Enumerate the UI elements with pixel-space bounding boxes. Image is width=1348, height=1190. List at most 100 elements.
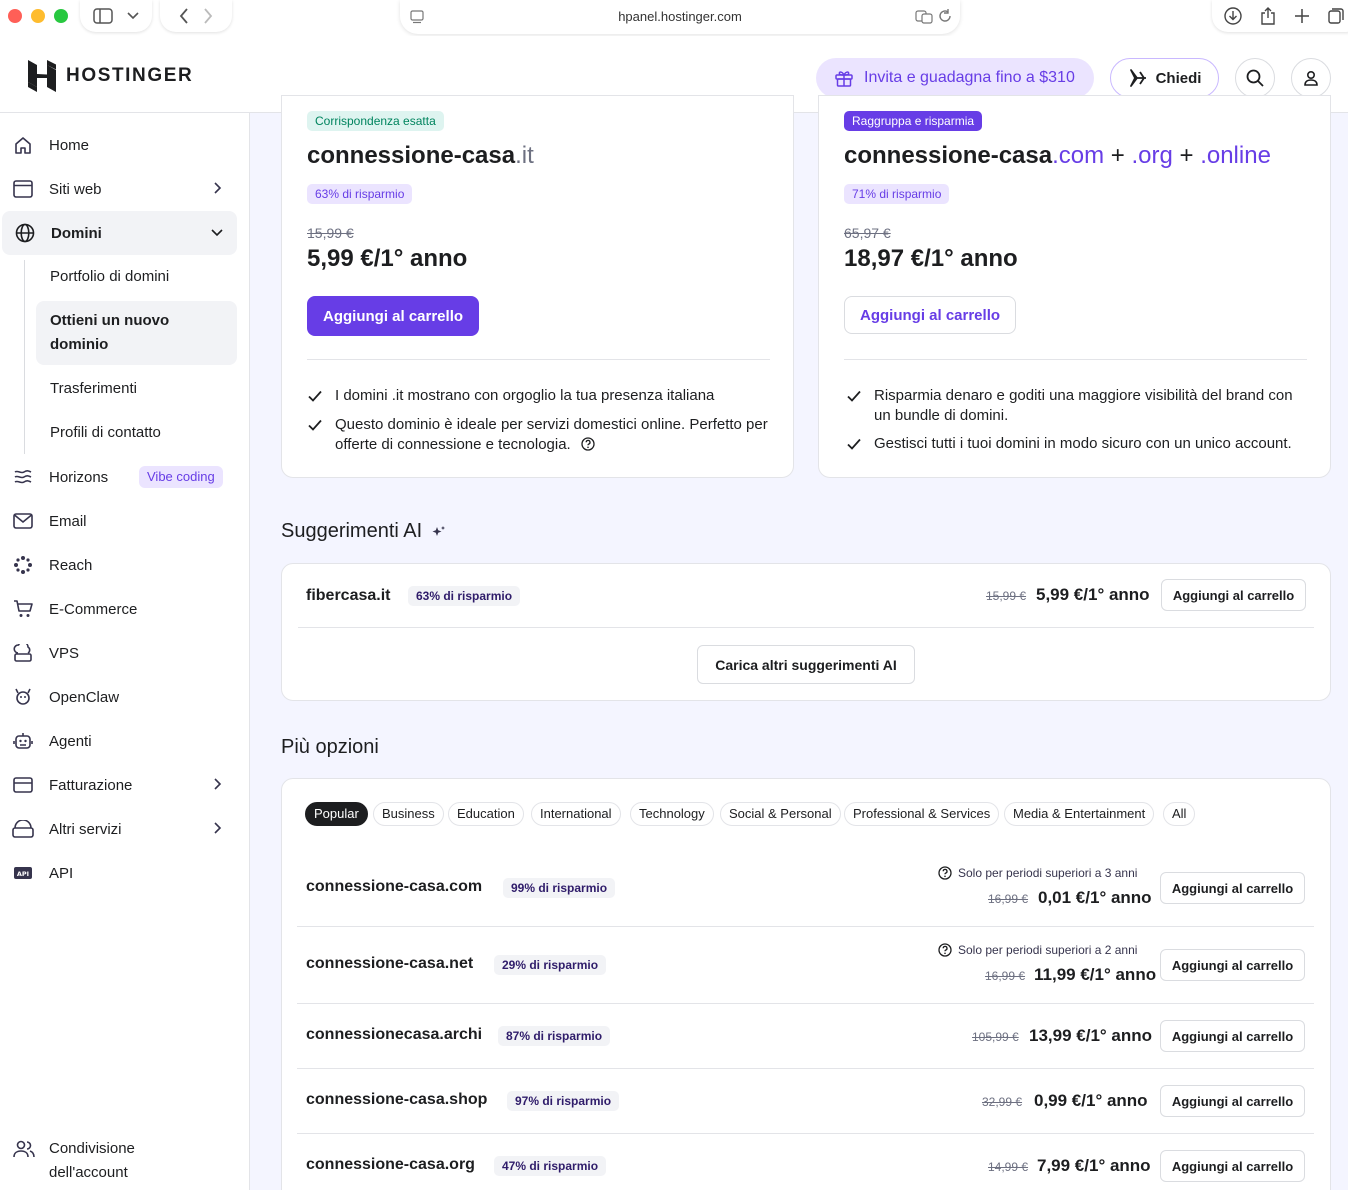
sidebar-item-reach[interactable]: Reach (0, 543, 250, 587)
address-bar[interactable]: hpanel.hostinger.com (400, 0, 960, 34)
sidebar-item-openclaw[interactable]: OpenClaw (0, 675, 250, 719)
saving-badge: 47% di risparmio (494, 1156, 607, 1176)
add-to-cart-button[interactable]: Aggiungi al carrello (307, 296, 480, 336)
add-to-cart-button[interactable]: Aggiungi al carrello (1160, 949, 1305, 981)
category-chip-technology[interactable]: Technology (630, 802, 714, 826)
sidebar-item-vps[interactable]: VPS (0, 631, 250, 675)
old-price: 65,97 € (844, 225, 891, 241)
saving-badge: 87% di risparmio (498, 1026, 611, 1046)
browser-actions-group (1212, 0, 1348, 32)
saving-badge: 63% di risparmio (408, 586, 521, 606)
exact-match-card: Corrispondenza esatta connessione-casa.i… (281, 95, 794, 478)
divider (297, 926, 1314, 927)
divider (297, 1003, 1314, 1004)
translate-icon[interactable] (915, 10, 933, 24)
ask-ai-button[interactable]: Chiedi (1110, 58, 1219, 98)
load-more-suggestions-button[interactable]: Carica altri suggerimenti AI (697, 645, 915, 684)
checkmark-icon (847, 390, 861, 402)
current-price: 0,01 €/1° anno (1038, 888, 1152, 907)
add-to-cart-button[interactable]: Aggiungi al carrello (1160, 1085, 1305, 1117)
period-note-text: Solo per periodi superiori a 3 anni (958, 866, 1138, 880)
sidebar-item-api[interactable]: API API (0, 851, 250, 895)
sidebar-subitem-contact-profiles[interactable]: Profili di contatto (36, 424, 237, 441)
category-chip-all[interactable]: All (1163, 802, 1196, 826)
reload-icon[interactable] (938, 9, 952, 23)
sidebar-item-label: Email (49, 512, 87, 530)
cloud-server-icon (13, 644, 32, 662)
sidebar-item-horizons[interactable]: Horizons Vibe coding (0, 455, 250, 499)
sidebar-item-websites[interactable]: Siti web (0, 167, 250, 211)
category-chip-international[interactable]: International (531, 802, 621, 826)
back-arrow-icon[interactable] (179, 8, 189, 24)
period-note: Solo per periodi superiori a 3 anni (938, 866, 1137, 880)
feature-text: Gestisci tutti i tuoi domini in modo sic… (874, 435, 1292, 452)
add-to-cart-button[interactable]: Aggiungi al carrello (1160, 1150, 1305, 1182)
add-to-cart-button[interactable]: Aggiungi al carrello (1161, 579, 1306, 611)
sidebar-toggle-group (80, 0, 152, 32)
category-chip-professional-services[interactable]: Professional & Services (844, 802, 1000, 826)
sidebar-item-email[interactable]: Email (0, 499, 250, 543)
current-price: 7,99 €/1° anno (1037, 1156, 1151, 1175)
current-price: 5,99 €/1° anno (307, 245, 468, 272)
sidebar-item-label: Domini (51, 224, 102, 242)
category-chip-social-personal[interactable]: Social & Personal (720, 802, 841, 826)
sidebar-subitem-transfers[interactable]: Trasferimenti (36, 380, 237, 397)
old-price: 105,99 € (972, 1030, 1019, 1044)
sidebar-item-domains[interactable]: Domini (2, 211, 237, 255)
plus-sign: + (1179, 142, 1194, 169)
sidebar-item-other-services[interactable]: Altri servizi (0, 807, 250, 851)
exact-match-tag: Corrispondenza esatta (307, 111, 444, 131)
divider (297, 1068, 1314, 1069)
help-icon[interactable] (581, 437, 595, 451)
sidebar-item-label: Agenti (49, 732, 92, 750)
domain-name: connessionecasa.archi (306, 1026, 483, 1043)
hostinger-logo-icon (28, 60, 56, 92)
sidebar-toggle-icon[interactable] (93, 8, 113, 24)
close-window-button[interactable] (8, 9, 22, 23)
old-price: 32,99 € (982, 1095, 1023, 1109)
current-price: 18,97 €/1° anno (844, 245, 1018, 272)
invite-earn-button[interactable]: Invita e guadagna fino a $310 (816, 58, 1094, 98)
sidebar-item-agents[interactable]: Agenti (0, 719, 250, 763)
feature-item: I domini .it mostrano con orgoglio la tu… (307, 386, 770, 406)
category-chip-business[interactable]: Business (373, 802, 444, 826)
sidebar-item-label: E-Commerce (49, 600, 138, 618)
chevron-down-icon[interactable] (127, 12, 139, 20)
tab-overview-icon[interactable] (1328, 8, 1344, 24)
robot-icon (13, 733, 33, 749)
account-button[interactable] (1291, 58, 1331, 98)
help-icon[interactable] (938, 943, 952, 957)
checkmark-icon (308, 390, 322, 402)
sidebar-item-ecommerce[interactable]: E-Commerce (0, 587, 250, 631)
category-chip-popular[interactable]: Popular (305, 802, 368, 826)
sidebar-item-account-sharing[interactable]: Condivisione dell'account (0, 1137, 250, 1187)
new-tab-icon[interactable] (1294, 8, 1310, 24)
maximize-window-button[interactable] (54, 9, 68, 23)
browser-icon (13, 180, 33, 198)
hostinger-logo[interactable]: HOSTINGER (28, 60, 193, 92)
sidebar-item-billing[interactable]: Fatturazione (0, 763, 250, 807)
add-to-cart-button[interactable]: Aggiungi al carrello (844, 296, 1017, 334)
forward-arrow-icon[interactable] (203, 8, 213, 24)
card-icon (13, 777, 33, 793)
add-to-cart-button[interactable]: Aggiungi al carrello (1160, 1020, 1305, 1052)
share-icon[interactable] (1260, 7, 1276, 25)
sidebar-subitem-get-new-domain[interactable]: Ottieni un nuovo dominio (36, 301, 237, 365)
add-to-cart-button[interactable]: Aggiungi al carrello (1160, 872, 1305, 904)
ai-suggestions-title-text: Suggerimenti AI (281, 520, 423, 542)
sidebar-subitem-domain-portfolio[interactable]: Portfolio di domini (36, 268, 237, 285)
current-price: 11,99 €/1° anno (1034, 965, 1157, 984)
more-options-title: Più opzioni (281, 736, 379, 758)
sidebar-item-home[interactable]: Home (0, 123, 250, 167)
category-chip-education[interactable]: Education (448, 802, 524, 826)
category-chip-media-entertainment[interactable]: Media & Entertainment (1004, 802, 1155, 826)
download-icon[interactable] (1224, 7, 1242, 25)
help-icon[interactable] (938, 866, 952, 880)
chevron-right-icon (214, 182, 222, 194)
saving-badge: 71% di risparmio (844, 184, 950, 204)
minimize-window-button[interactable] (31, 9, 45, 23)
exact-domain-name: connessione-casa.it (307, 142, 534, 170)
search-button[interactable] (1235, 58, 1275, 98)
old-price: 15,99 € (986, 589, 1027, 603)
brand-name: HOSTINGER (66, 65, 194, 86)
